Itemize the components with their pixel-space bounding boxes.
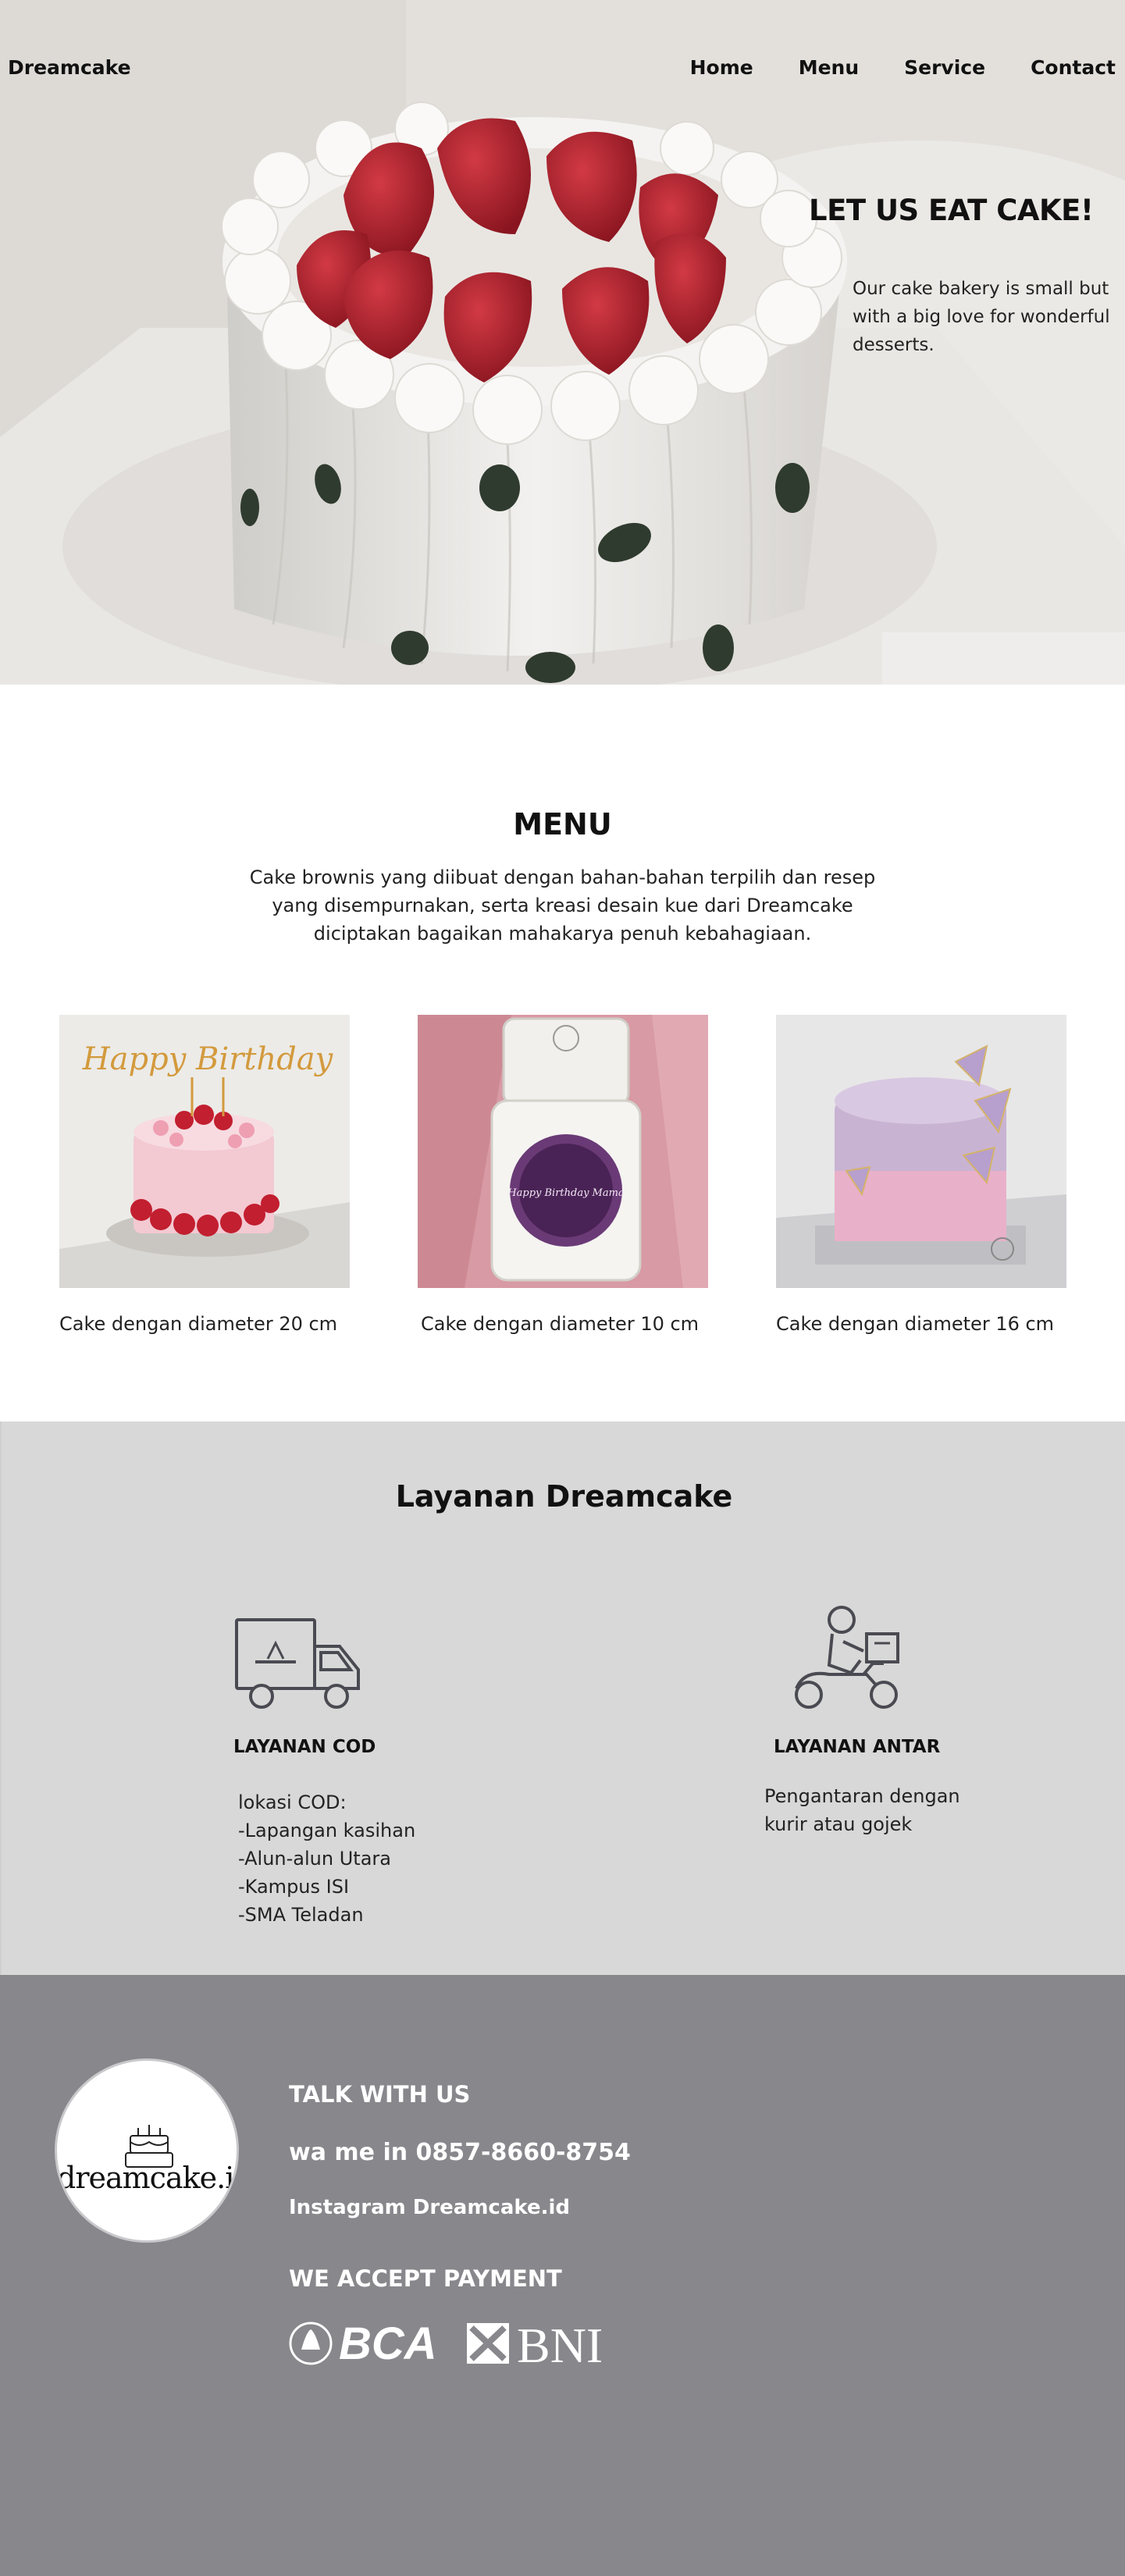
antar-service-details: Pengantaran dengan kurir atau gojek (764, 1785, 960, 1835)
whatsapp-contact[interactable]: wa me in 0857-8660-8754 (289, 2139, 631, 2166)
services-title: Layanan Dreamcake (395, 1479, 733, 1514)
bca-logo: BCA (289, 2318, 437, 2371)
menu-card-image-10cm[interactable]: Happy Birthday Mama (418, 1015, 708, 1288)
dreamcake-logo: dreamcake.id (55, 2058, 239, 2243)
cod-service-details: lokasi COD: -Lapangan kasihan -Alun-alun… (238, 1791, 416, 1926)
hero-tagline: Our cake bakery is small but with a big … (853, 279, 1110, 355)
menu-card-caption-20cm: Cake dengan diameter 20 cm (59, 1313, 338, 1335)
menu-card-caption-16cm: Cake dengan diameter 16 cm (776, 1313, 1055, 1335)
bca-wordmark: BCA (339, 2318, 437, 2368)
brand-logo-text[interactable]: Dreamcake (8, 56, 131, 79)
menu-description: Cake brownis yang diibuat dengan bahan-b… (249, 866, 876, 945)
nav-contact-link[interactable]: Contact (1031, 56, 1116, 79)
nav-menu-link[interactable]: Menu (799, 56, 859, 79)
cake-logo-icon (125, 2125, 173, 2168)
footer-section: dreamcake.id TALK WITH US wa me in 0857-… (0, 1975, 1125, 2576)
scooter-courier-icon (789, 1603, 904, 1717)
cake-topper-text: Happy Birthday Mama (507, 1187, 624, 1199)
services-section: Layanan Dreamcake LAYANAN COD lokasi COD… (0, 1421, 1125, 1975)
instagram-link[interactable]: Instagram Dreamcake.id (289, 2196, 570, 2219)
cod-service-heading: LAYANAN COD (233, 1737, 376, 1757)
nav-home-link[interactable]: Home (690, 56, 753, 79)
payment-heading: WE ACCEPT PAYMENT (289, 2265, 562, 2292)
menu-card-image-16cm[interactable] (776, 1015, 1066, 1288)
nav-service-link[interactable]: Service (904, 56, 985, 79)
talk-heading: TALK WITH US (289, 2081, 471, 2108)
menu-section-title: MENU (513, 807, 612, 841)
cake-topper-text: Happy Birthday (82, 1041, 334, 1077)
menu-card-caption-10cm: Cake dengan diameter 10 cm (421, 1313, 700, 1335)
logo-text: dreamcake.id (57, 2161, 239, 2195)
antar-service-heading: LAYANAN ANTAR (774, 1737, 941, 1757)
hero-section: Dreamcake Home Menu Service Contact LET … (0, 0, 1125, 685)
delivery-truck-icon (233, 1615, 363, 1715)
bni-logo: BNI (465, 2318, 629, 2373)
hero-title: LET US EAT CAKE! (809, 194, 1094, 227)
main-nav: Home Menu Service Contact (690, 56, 1116, 79)
bni-wordmark: BNI (517, 2318, 603, 2368)
menu-card-image-20cm[interactable]: Happy Birthday (59, 1015, 350, 1288)
